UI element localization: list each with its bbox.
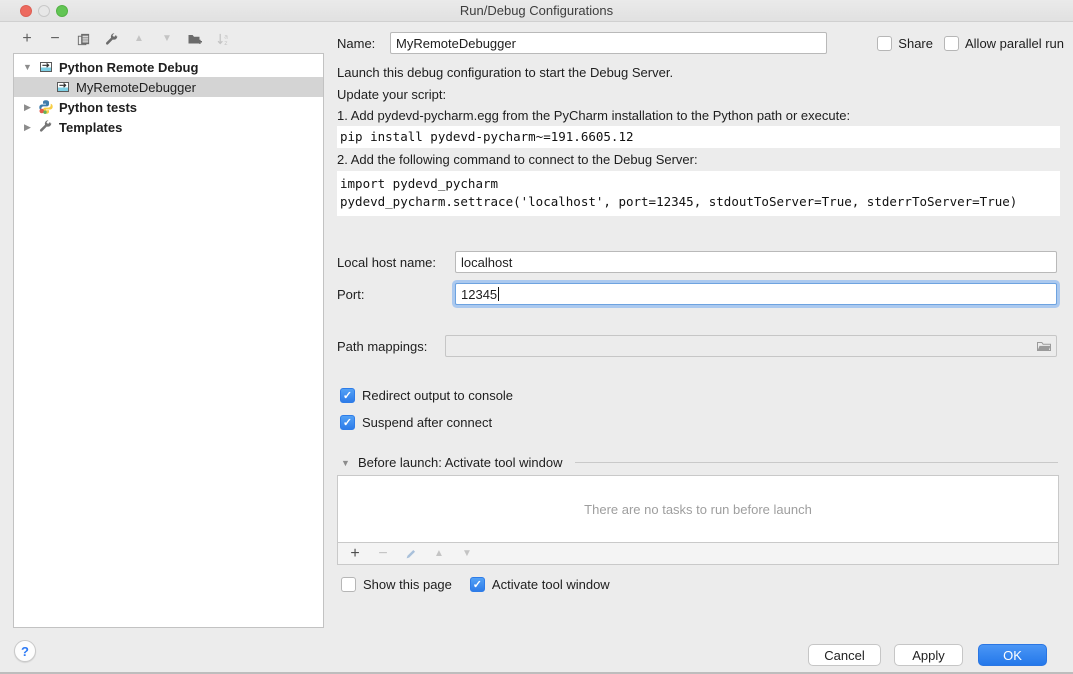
add-task-icon[interactable]: + (347, 546, 363, 562)
no-tasks-text: There are no tasks to run before launch (584, 502, 812, 517)
share-checkbox-row[interactable]: Share (877, 36, 933, 51)
redirect-output-checkbox[interactable]: ✓ (340, 388, 355, 403)
tree-item-python-remote-debug[interactable]: ▼ Python Remote Debug (14, 57, 323, 77)
show-this-page-checkbox[interactable] (341, 577, 356, 592)
tree-item-label: Templates (59, 120, 122, 135)
suspend-after-connect-checkbox[interactable]: ✓ (340, 415, 355, 430)
before-launch-section-header: ▼ Before launch: Activate tool window (340, 455, 1058, 470)
expand-icon[interactable]: ▼ (22, 62, 33, 72)
suspend-after-connect-checkbox-row[interactable]: ✓ Suspend after connect (340, 415, 492, 430)
name-row: Name: Share Allow parallel run (337, 32, 1064, 54)
zoom-window-button[interactable] (56, 5, 68, 17)
section-divider (575, 462, 1058, 463)
local-host-label: Local host name: (337, 255, 455, 270)
path-mappings-row: Path mappings: (337, 335, 1057, 357)
show-this-page-label: Show this page (363, 577, 452, 592)
configurations-tree: ▼ Python Remote Debug MyRemoteDebugger (13, 53, 324, 628)
browse-folder-icon[interactable] (1036, 338, 1052, 354)
tree-item-label: Python tests (59, 100, 137, 115)
local-host-row: Local host name: (337, 251, 1057, 273)
before-launch-toolbar: + − ▲ ▼ (337, 542, 1059, 565)
wrench-icon (38, 119, 54, 135)
close-window-button[interactable] (20, 5, 32, 17)
collapse-section-icon[interactable]: ▼ (340, 458, 351, 468)
path-mappings-input[interactable] (445, 335, 1057, 357)
suspend-after-connect-label: Suspend after connect (362, 415, 492, 430)
text-cursor (498, 287, 499, 301)
path-mappings-label: Path mappings: (337, 339, 445, 354)
add-configuration-icon[interactable]: + (19, 31, 35, 47)
redirect-output-label: Redirect output to console (362, 388, 513, 403)
before-launch-title: Before launch: Activate tool window (358, 455, 563, 470)
before-launch-task-list: There are no tasks to run before launch (337, 475, 1059, 543)
help-button[interactable]: ? (14, 640, 36, 662)
remote-debug-icon (38, 59, 54, 75)
step-2-text: 2. Add the following command to connect … (337, 152, 698, 168)
activate-tool-window-label: Activate tool window (492, 577, 610, 592)
pip-install-command: pip install pydevd-pycharm~=191.6605.12 (337, 126, 1060, 148)
port-value: 12345 (461, 287, 497, 302)
apply-button[interactable]: Apply (894, 644, 963, 666)
window-controls (20, 5, 68, 17)
page-options-row: Show this page ✓ Activate tool window (341, 577, 610, 592)
remove-configuration-icon[interactable]: − (47, 31, 63, 47)
move-task-up-icon[interactable]: ▲ (431, 546, 447, 562)
window-title: Run/Debug Configurations (460, 3, 613, 18)
tree-item-templates[interactable]: ▶ Templates (14, 117, 323, 137)
configurations-toolbar: + − ▲ ▼ a z (19, 30, 231, 48)
code-line: import pydevd_pycharm (340, 175, 1060, 193)
port-row: Port: 12345 (337, 283, 1057, 305)
cancel-button[interactable]: Cancel (808, 644, 881, 666)
remote-debug-icon (55, 79, 71, 95)
allow-parallel-run-checkbox[interactable] (944, 36, 959, 51)
share-label: Share (898, 36, 933, 51)
sort-configurations-icon[interactable]: a z (215, 31, 231, 47)
tree-item-label: MyRemoteDebugger (76, 80, 196, 95)
move-task-down-icon[interactable]: ▼ (459, 546, 475, 562)
description-line-2: Update your script: (337, 87, 446, 103)
move-down-icon[interactable]: ▼ (159, 31, 175, 47)
redirect-output-checkbox-row[interactable]: ✓ Redirect output to console (340, 388, 513, 403)
python-tests-icon (38, 99, 54, 115)
description-line-1: Launch this debug configuration to start… (337, 65, 673, 81)
share-checkbox[interactable] (877, 36, 892, 51)
collapse-icon[interactable]: ▶ (22, 102, 33, 113)
collapse-icon[interactable]: ▶ (22, 122, 33, 133)
port-label: Port: (337, 287, 455, 302)
move-up-icon[interactable]: ▲ (131, 31, 147, 47)
new-folder-icon[interactable] (187, 31, 203, 47)
allow-parallel-run-checkbox-row[interactable]: Allow parallel run (944, 36, 1064, 51)
tree-item-label: Python Remote Debug (59, 60, 198, 75)
settrace-code-block: import pydevd_pycharm pydevd_pycharm.set… (337, 171, 1060, 216)
port-input[interactable]: 12345 (455, 283, 1057, 305)
edit-task-icon[interactable] (403, 546, 419, 562)
svg-text:z: z (224, 40, 227, 47)
code-line: pydevd_pycharm.settrace('localhost', por… (340, 193, 1060, 211)
remove-task-icon[interactable]: − (375, 546, 391, 562)
title-bar: Run/Debug Configurations (0, 0, 1073, 22)
name-input[interactable] (390, 32, 827, 54)
ok-button[interactable]: OK (978, 644, 1047, 666)
copy-configuration-icon[interactable] (75, 31, 91, 47)
name-label: Name: (337, 36, 390, 51)
step-1-text: 1. Add pydevd-pycharm.egg from the PyCha… (337, 108, 850, 124)
tree-item-python-tests[interactable]: ▶ Python tests (14, 97, 323, 117)
activate-tool-window-checkbox[interactable]: ✓ (470, 577, 485, 592)
edit-templates-icon[interactable] (103, 31, 119, 47)
local-host-input[interactable] (455, 251, 1057, 273)
minimize-window-button[interactable] (38, 5, 50, 17)
tree-item-myremotedebugger[interactable]: MyRemoteDebugger (14, 77, 323, 97)
run-debug-configurations-dialog: Run/Debug Configurations + − ▲ ▼ (0, 0, 1073, 674)
allow-parallel-run-label: Allow parallel run (965, 36, 1064, 51)
